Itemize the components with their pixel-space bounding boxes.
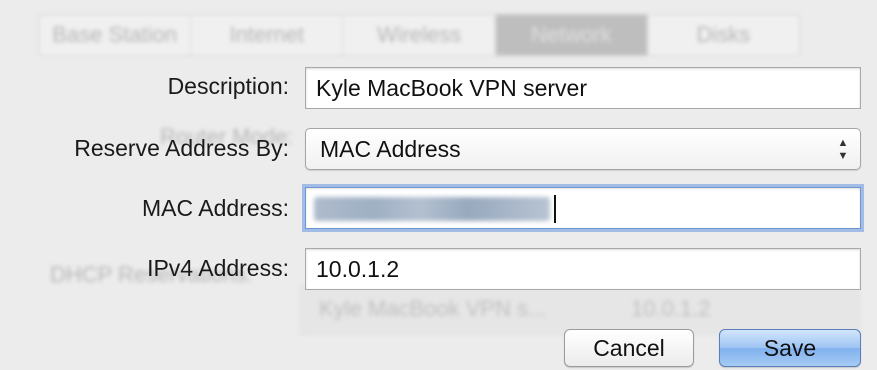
save-button[interactable]: Save: [719, 329, 861, 367]
mac-address-field[interactable]: [305, 187, 861, 229]
popup-arrows-icon: ▲ ▼: [837, 136, 849, 162]
mac-address-label: MAC Address:: [142, 195, 289, 221]
redacted-mac-blur: [314, 197, 550, 221]
cancel-button[interactable]: Cancel: [564, 329, 694, 367]
description-value: Kyle MacBook VPN server: [316, 75, 587, 101]
reservation-sheet: Description: Kyle MacBook VPN server Res…: [0, 0, 877, 370]
text-caret: [554, 195, 556, 223]
ipv4-address-value: 10.0.1.2: [316, 256, 400, 282]
reserve-by-selected: MAC Address: [320, 136, 461, 162]
description-label: Description:: [167, 73, 289, 99]
description-field[interactable]: Kyle MacBook VPN server: [305, 67, 861, 109]
ipv4-address-label: IPv4 Address:: [147, 255, 289, 281]
reserve-by-label: Reserve Address By:: [74, 135, 289, 161]
reserve-by-popup[interactable]: MAC Address ▲ ▼: [305, 128, 861, 170]
ipv4-address-field[interactable]: 10.0.1.2: [305, 248, 861, 290]
